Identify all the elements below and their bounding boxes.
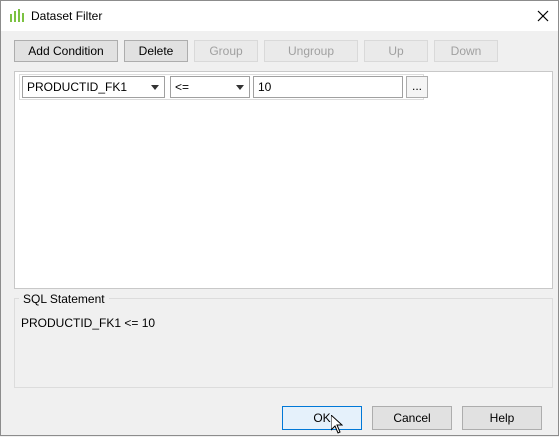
dataset-filter-icon <box>10 9 24 23</box>
value-browse-button[interactable]: ... <box>406 76 428 98</box>
cancel-button[interactable]: Cancel <box>372 406 452 430</box>
value-input[interactable]: 10 <box>253 76 403 98</box>
chevron-down-icon[interactable] <box>145 77 164 97</box>
down-button[interactable]: Down <box>434 40 498 62</box>
operator-select-value: <= <box>175 80 190 94</box>
sql-statement-label: SQL Statement <box>19 292 109 306</box>
group-button[interactable]: Group <box>194 40 258 62</box>
conditions-panel: PRODUCTID_FK1 <= 10 ... <box>14 71 553 289</box>
up-button[interactable]: Up <box>364 40 428 62</box>
sql-statement-group <box>14 298 553 388</box>
operator-select[interactable]: <= <box>170 76 250 98</box>
field-select[interactable]: PRODUCTID_FK1 <box>22 76 165 98</box>
window-title: Dataset Filter <box>31 9 103 23</box>
mouse-cursor-icon <box>330 413 344 437</box>
help-button[interactable]: Help <box>462 406 542 430</box>
chevron-down-icon[interactable] <box>230 77 249 97</box>
condition-row: PRODUCTID_FK1 <= 10 ... <box>19 74 428 100</box>
close-icon[interactable] <box>533 6 553 26</box>
ungroup-button[interactable]: Ungroup <box>264 40 358 62</box>
title-bar: Dataset Filter <box>1 1 558 31</box>
add-condition-button[interactable]: Add Condition <box>14 40 118 62</box>
delete-button[interactable]: Delete <box>124 40 188 62</box>
sql-statement-text: PRODUCTID_FK1 <= 10 <box>21 316 156 330</box>
ok-button[interactable]: OK <box>282 406 362 430</box>
dataset-filter-dialog: Dataset Filter Add Condition Delete Grou… <box>0 0 559 436</box>
field-select-value: PRODUCTID_FK1 <box>27 80 128 94</box>
